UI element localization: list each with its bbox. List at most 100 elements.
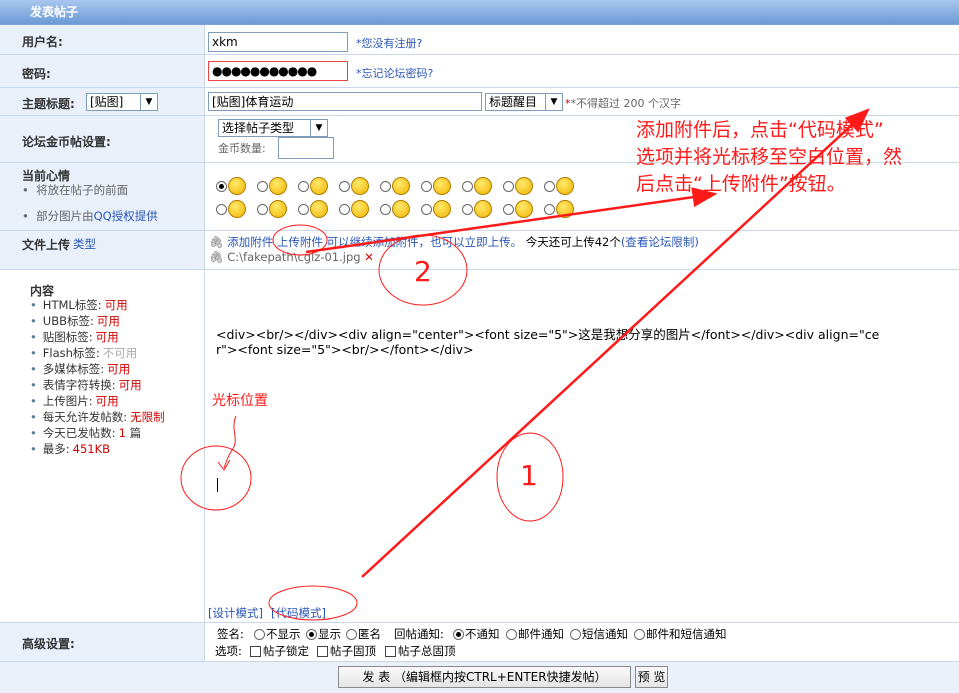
view-limits-link[interactable]: (查看论坛限制)	[621, 235, 699, 249]
add-attachment-link[interactable]: 添加附件	[227, 235, 273, 249]
option-checkbox[interactable]	[317, 646, 328, 657]
form-title: 发表帖子	[0, 0, 959, 25]
mood-radio[interactable]	[257, 204, 268, 215]
signature-option-label: 显示	[318, 627, 341, 641]
username-input[interactable]: xkm	[208, 32, 348, 52]
options-label: 选项:	[215, 644, 242, 658]
mood-radio[interactable]	[216, 204, 227, 215]
notify-radio[interactable]	[634, 629, 645, 640]
emoticon-icon	[474, 200, 492, 218]
mood-radio[interactable]	[503, 181, 514, 192]
emoticon-icon	[228, 177, 246, 195]
mood-radio[interactable]	[462, 181, 473, 192]
content-row: 内容 HTML标签:可用UBB标签:可用贴图标签:可用Flash标签:不可用多媒…	[0, 270, 959, 623]
code-mode-tab[interactable]: [代码模式]	[271, 605, 326, 621]
subject-hint: **不得超过 200 个汉字	[565, 97, 681, 110]
username-row: 用户名: xkm *您没有注册?	[0, 25, 959, 55]
title-style-select[interactable]: 标题醒目 ▼	[485, 93, 563, 111]
chevron-down-icon: ▼	[545, 94, 562, 110]
mood-radio[interactable]	[380, 181, 391, 192]
paperclip-icon: 🖇	[209, 250, 224, 264]
option-label: 帖子固顶	[330, 644, 376, 658]
subject-input[interactable]: [贴图]体育运动	[208, 92, 482, 111]
signature-radio[interactable]	[254, 629, 265, 640]
step-2-marker: 2	[414, 255, 432, 288]
notify-option-label: 短信通知	[582, 627, 628, 641]
signature-radio[interactable]	[306, 629, 317, 640]
subject-prefix-select[interactable]: [贴图] ▼	[86, 93, 158, 111]
upload-quota: 今天还可上传42个	[525, 235, 621, 249]
notify-radio[interactable]	[570, 629, 581, 640]
emoticon-icon	[392, 177, 410, 195]
subject-row: 主题标题: [贴图] ▼ [贴图]体育运动 标题醒目 ▼ **不得超过 200 个汉…	[0, 88, 959, 116]
mood-radio[interactable]	[544, 181, 555, 192]
notify-radio[interactable]	[453, 629, 464, 640]
submit-button[interactable]: 发 表 （编辑框内按CTRL+ENTER快捷发帖）	[338, 666, 631, 688]
emoticon-icon	[269, 177, 287, 195]
preview-button[interactable]: 预 览	[635, 666, 668, 688]
register-link[interactable]: *您没有注册?	[356, 35, 422, 51]
upload-row: 文件上传 类型 🖇 添加附件 上传附件 可以继续添加附件，也可以立即上传。 今天…	[0, 231, 959, 270]
gold-amount-input[interactable]	[278, 137, 334, 159]
gold-label: 论坛金币帖设置:	[22, 135, 111, 149]
upload-types-link[interactable]: 类型	[73, 236, 96, 252]
username-label: 用户名:	[22, 35, 63, 49]
qq-credit-link[interactable]: QQ授权提供	[94, 209, 158, 223]
permission-item: Flash标签:不可用	[30, 345, 165, 361]
emoticon-icon	[228, 200, 246, 218]
upload-attachment-link[interactable]: 上传附件	[277, 235, 323, 249]
mood-radio[interactable]	[257, 181, 268, 192]
mood-radio[interactable]	[216, 181, 227, 192]
permission-item: UBB标签:可用	[30, 313, 165, 329]
mood-radio[interactable]	[544, 204, 555, 215]
post-type-select[interactable]: 选择帖子类型 ▼	[218, 119, 328, 137]
mood-note: • 将放在帖子的前面	[22, 183, 129, 197]
option-label: 帖子锁定	[263, 644, 309, 658]
signature-option-label: 不显示	[266, 627, 301, 641]
option-checkbox[interactable]	[250, 646, 261, 657]
emoticon-icon	[351, 200, 369, 218]
permission-item: 贴图标签:可用	[30, 329, 165, 345]
step-1-marker: 1	[520, 459, 538, 492]
permission-item: 每天允许发帖数:无限制	[30, 409, 165, 425]
password-input[interactable]: ●●●●●●●●●●●	[208, 61, 348, 81]
password-label: 密码:	[22, 67, 51, 81]
cursor-position-label: 光标位置	[212, 393, 268, 409]
permission-list: HTML标签:可用UBB标签:可用贴图标签:可用Flash标签:不可用多媒体标签…	[30, 297, 165, 457]
design-mode-tab[interactable]: [设计模式]	[208, 605, 263, 621]
emoticon-icon	[556, 200, 574, 218]
paperclip-icon: 🖇	[209, 235, 224, 249]
signature-radio[interactable]	[346, 629, 357, 640]
mood-radio[interactable]	[421, 204, 432, 215]
permission-item: 多媒体标签:可用	[30, 361, 165, 377]
emoticon-icon	[351, 177, 369, 195]
mood-radio[interactable]	[421, 181, 432, 192]
mood-credit: • 部分图片由QQ授权提供	[22, 209, 158, 223]
mood-radio[interactable]	[462, 204, 473, 215]
emoticon-icon	[392, 200, 410, 218]
forgot-password-link[interactable]: *忘记论坛密码?	[356, 65, 433, 81]
emoticon-icon	[474, 177, 492, 195]
permission-item: 最多:451KB	[30, 441, 165, 457]
upload-label: 文件上传	[22, 238, 71, 252]
upload-hint: 可以继续添加附件，也可以立即上传。	[326, 235, 523, 249]
mood-radio[interactable]	[298, 204, 309, 215]
permission-item: 今天已发帖数:1 篇	[30, 425, 165, 441]
editor-textarea[interactable]: <div><br/></div><div align="center"><fon…	[206, 270, 959, 602]
mood-radio[interactable]	[298, 181, 309, 192]
mood-radio[interactable]	[503, 204, 514, 215]
notify-radio[interactable]	[506, 629, 517, 640]
code-line-1: <div><br/></div><div align="center"><fon…	[216, 327, 880, 342]
permission-item: HTML标签:可用	[30, 297, 165, 313]
mood-radio[interactable]	[339, 181, 350, 192]
mood-radio[interactable]	[380, 204, 391, 215]
notify-option-label: 邮件通知	[518, 627, 564, 641]
mood-radio[interactable]	[339, 204, 350, 215]
emoticon-icon	[433, 177, 451, 195]
signature-option-label: 匿名	[358, 627, 381, 641]
remove-file-icon[interactable]: ✕	[364, 250, 374, 264]
subject-label: 主题标题:	[22, 97, 75, 111]
option-label: 帖子总固顶	[398, 644, 456, 658]
emoticon-icon	[515, 177, 533, 195]
option-checkbox[interactable]	[385, 646, 396, 657]
